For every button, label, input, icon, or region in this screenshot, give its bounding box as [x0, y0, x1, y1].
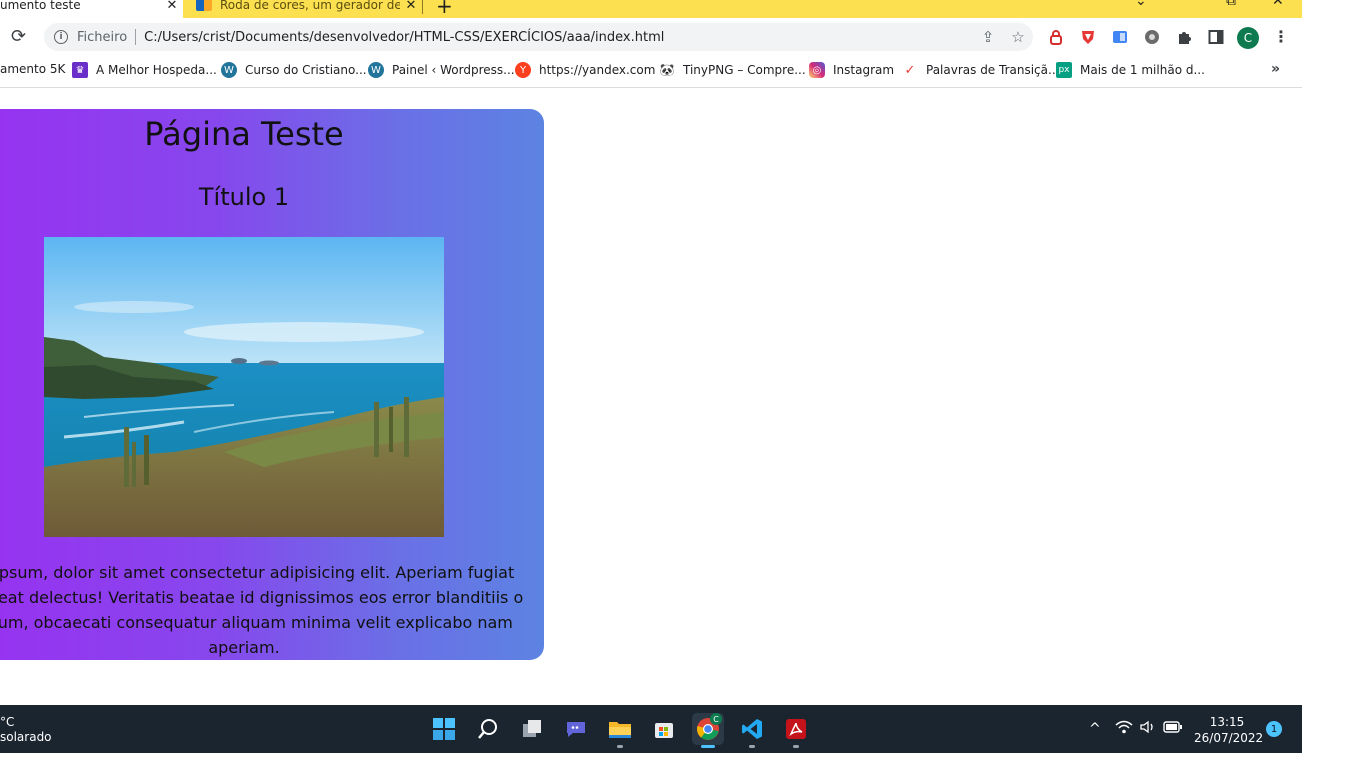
- show-hidden-icons-icon[interactable]: ^: [1089, 721, 1101, 737]
- url-text[interactable]: C:/Users/crist/Documents/desenvolvedor/H…: [144, 30, 973, 45]
- restore-icon[interactable]: ⧉: [1226, 0, 1236, 9]
- system-clock[interactable]: 13:15 26/07/2022: [1194, 714, 1264, 746]
- extension-gear-icon[interactable]: [1142, 27, 1162, 47]
- screen: umento teste ✕ Roda de cores, um gerador…: [0, 0, 1366, 768]
- bookmark-label: Palavras de Transiçã...: [926, 63, 1060, 77]
- omnibox-divider: [135, 29, 137, 45]
- store-button[interactable]: [648, 713, 680, 745]
- bookmark-item[interactable]: W Painel ‹ Wordpress...: [368, 62, 515, 78]
- active-indicator: [701, 745, 715, 748]
- windows-logo-icon: [433, 718, 455, 740]
- tab-active[interactable]: umento teste ✕: [0, 0, 183, 18]
- color-wheel-favicon-icon: [196, 0, 212, 11]
- panda-icon: 🐼: [659, 62, 675, 78]
- tab-strip: umento teste ✕ Roda de cores, um gerador…: [0, 0, 1302, 18]
- weather-description: solarado: [0, 730, 52, 744]
- running-indicator: [749, 745, 755, 748]
- extensions-puzzle-icon[interactable]: [1174, 27, 1194, 47]
- bookmarks-overflow-icon[interactable]: »: [1271, 61, 1280, 77]
- bookmark-label: A Melhor Hospeda...: [96, 63, 217, 77]
- side-panel-icon[interactable]: [1206, 27, 1226, 47]
- taskbar: °C solarado C ^ 13:15 26/07/2022 1: [0, 705, 1302, 753]
- store-bag-icon: [655, 723, 673, 738]
- file-explorer-button[interactable]: [604, 713, 636, 748]
- check-mark-icon: ✓: [902, 62, 918, 78]
- profile-avatar[interactable]: C: [1237, 27, 1259, 49]
- bookmark-item[interactable]: 🐼 TinyPNG – Compre...: [659, 62, 806, 78]
- bookmark-label: Painel ‹ Wordpress...: [392, 63, 515, 77]
- menu-kebab-icon[interactable]: ⋮: [1273, 27, 1289, 46]
- new-tab-button[interactable]: +: [436, 0, 453, 18]
- scheme-label: Ficheiro: [77, 29, 128, 45]
- vscode-icon: [742, 719, 762, 739]
- page-viewport: Página Teste Título 1 m ipsum, dolor sit…: [0, 89, 1302, 705]
- coastline-photo: [44, 237, 444, 537]
- bookmark-item[interactable]: ✓ Palavras de Transiçã...: [902, 62, 1059, 78]
- clock-date: 26/07/2022: [1194, 731, 1264, 745]
- page-title: Página Teste: [144, 115, 344, 153]
- bookmark-item[interactable]: px Mais de 1 milhão d...: [1056, 62, 1205, 78]
- chrome-profile-badge: C: [710, 713, 722, 725]
- weather-widget[interactable]: °C solarado: [0, 715, 52, 745]
- tab-title: umento teste: [0, 0, 81, 12]
- weather-temperature: °C: [0, 715, 15, 729]
- bookmarks-bar: amento 5K ♛ A Melhor Hospeda... W Curso …: [0, 56, 1302, 88]
- tab-close-icon[interactable]: ✕: [400, 0, 422, 13]
- browser-toolbar: ⟳ i Ficheiro C:/Users/crist/Documents/de…: [0, 18, 1302, 56]
- crown-icon: ♛: [72, 62, 88, 78]
- clock-time: 13:15: [1209, 715, 1245, 729]
- battery-icon[interactable]: [1163, 721, 1183, 737]
- yandex-icon: Y: [515, 62, 531, 78]
- acrobat-icon: [786, 719, 806, 739]
- reload-icon[interactable]: ⟳: [11, 26, 26, 47]
- bookmark-item[interactable]: W Curso do Cristiano...: [221, 62, 367, 78]
- tab-color-wheel[interactable]: Roda de cores, um gerador de pa ✕: [186, 0, 422, 18]
- bookmark-item[interactable]: ♛ A Melhor Hospeda...: [72, 62, 217, 78]
- address-bar[interactable]: i Ficheiro C:/Users/crist/Documents/dese…: [44, 23, 1033, 51]
- bookmark-item[interactable]: Y https://yandex.com: [515, 62, 655, 78]
- vscode-button[interactable]: [736, 713, 768, 748]
- section-title: Título 1: [198, 183, 290, 211]
- bookmark-label: https://yandex.com: [539, 63, 656, 77]
- start-button[interactable]: [428, 713, 460, 745]
- task-view-button[interactable]: [516, 713, 548, 745]
- bookmark-star-icon[interactable]: ☆: [1003, 28, 1033, 46]
- bookmark-label: TinyPNG – Compre...: [683, 63, 806, 77]
- bookmark-label: amento 5K: [0, 62, 66, 76]
- body-paragraph: m ipsum, dolor sit amet consectetur adip…: [0, 563, 524, 657]
- extension-lock-icon[interactable]: [1046, 27, 1066, 47]
- bookmark-item[interactable]: ◎ Instagram: [809, 62, 894, 78]
- running-indicator: [793, 745, 799, 748]
- extension-translate-icon[interactable]: [1110, 27, 1130, 47]
- content-card: Página Teste Título 1 m ipsum, dolor sit…: [0, 109, 544, 660]
- search-icon: [478, 719, 497, 739]
- chat-icon: [567, 722, 585, 737]
- wifi-icon[interactable]: [1115, 720, 1133, 738]
- extension-shield-icon[interactable]: [1078, 27, 1098, 47]
- bookmark-label: Instagram: [833, 63, 895, 77]
- bookmark-label: Mais de 1 milhão d...: [1080, 63, 1205, 77]
- site-info-icon[interactable]: i: [54, 30, 68, 44]
- instagram-icon: ◎: [809, 62, 825, 78]
- volume-icon[interactable]: [1139, 720, 1157, 738]
- bookmark-item[interactable]: amento 5K: [0, 62, 65, 76]
- notification-badge[interactable]: 1: [1266, 721, 1282, 737]
- window-close-icon[interactable]: ✕: [1272, 0, 1284, 9]
- wordpress-icon: W: [221, 62, 237, 78]
- teams-chat-button[interactable]: [560, 713, 592, 745]
- search-button[interactable]: [472, 713, 504, 745]
- wordpress-icon: W: [368, 62, 384, 78]
- pexels-icon: px: [1056, 62, 1072, 78]
- tab-divider: [422, 0, 423, 14]
- acrobat-button[interactable]: [780, 713, 812, 748]
- folder-icon: [609, 722, 631, 738]
- bookmark-label: Curso do Cristiano...: [245, 63, 367, 77]
- task-view-icon: [523, 720, 541, 737]
- minimize-icon[interactable]: ⌄: [1135, 0, 1147, 9]
- running-indicator: [617, 745, 623, 748]
- tab-close-icon[interactable]: ✕: [161, 0, 183, 13]
- chrome-taskbar-button[interactable]: C: [692, 713, 724, 748]
- tab-title: Roda de cores, um gerador de pa: [220, 0, 400, 12]
- share-icon[interactable]: ⇪: [973, 28, 1003, 46]
